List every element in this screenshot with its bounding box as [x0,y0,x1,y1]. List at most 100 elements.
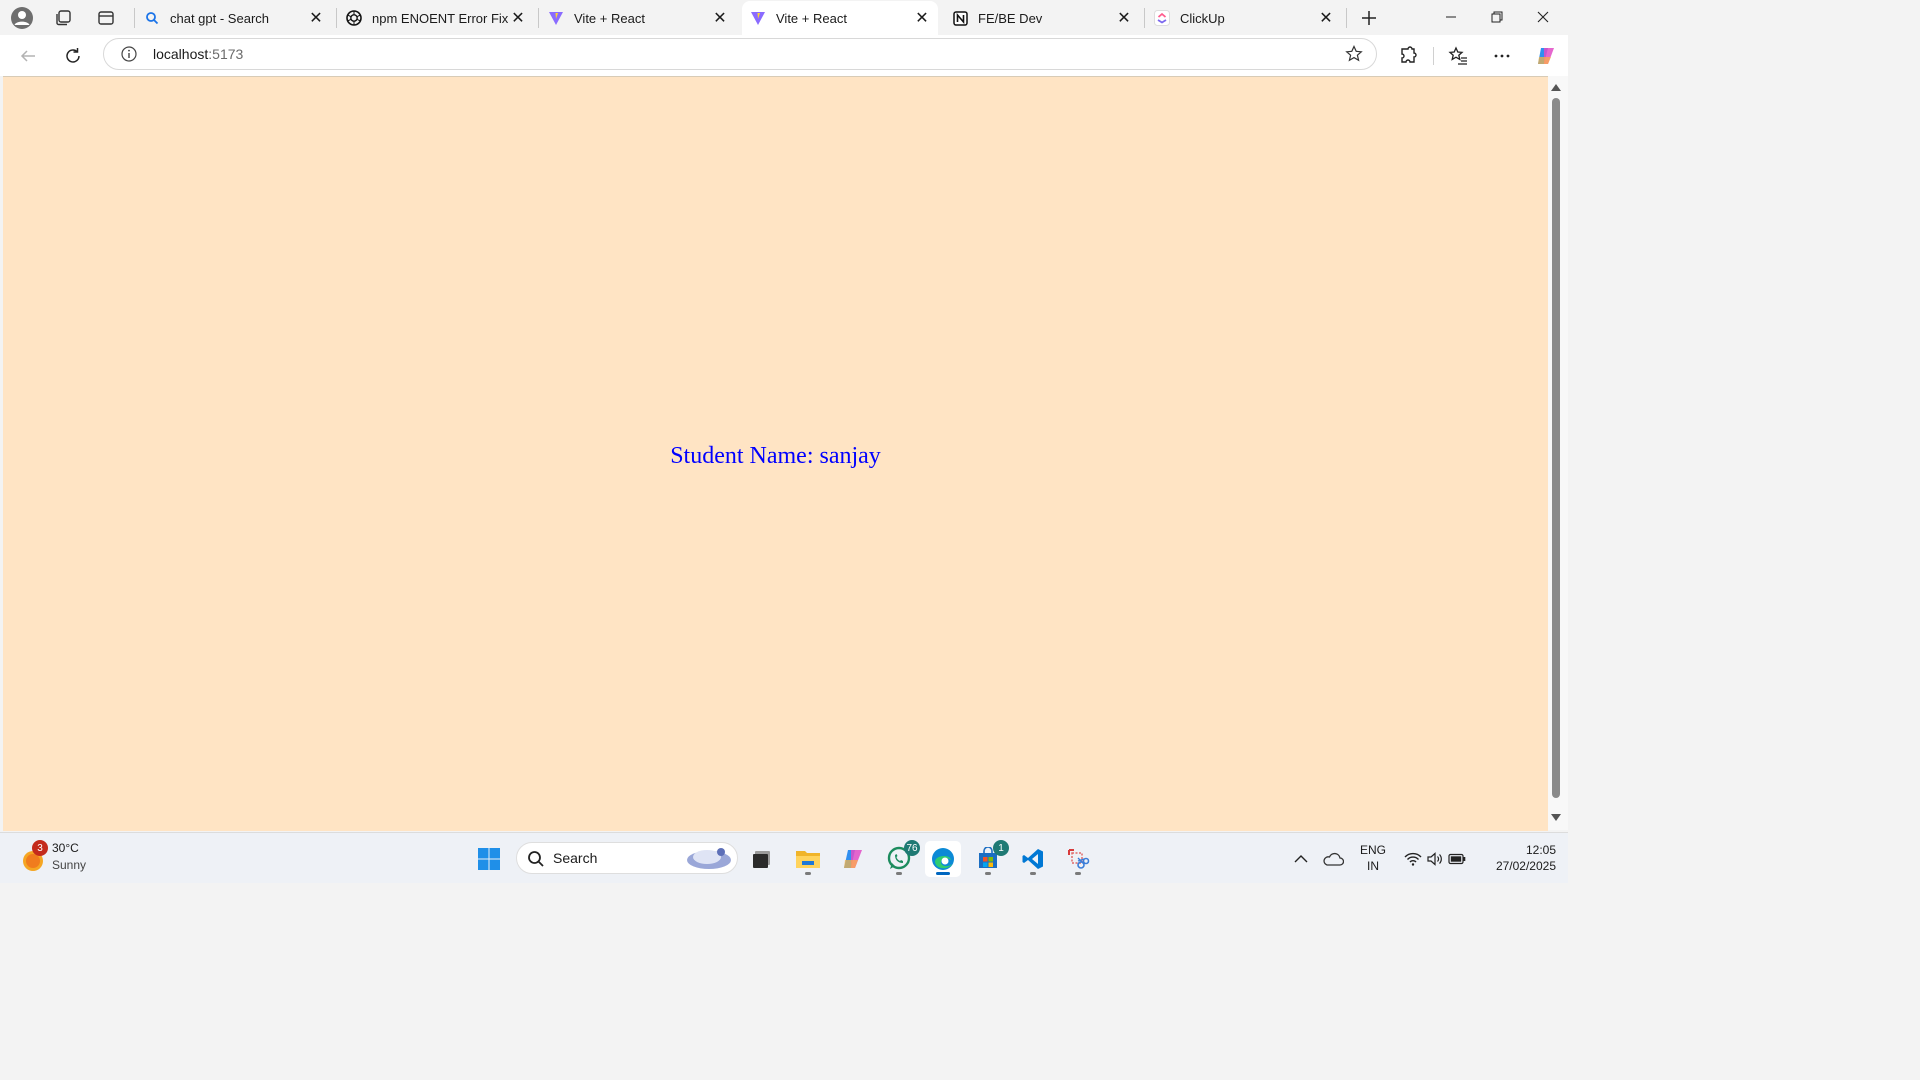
windows-start-icon [478,848,500,870]
refresh-button[interactable] [57,40,89,72]
vertical-scrollbar[interactable] [1548,76,1568,830]
microsoft-store-button[interactable]: 1 [970,840,1009,877]
workspaces-button[interactable] [50,5,76,31]
edge-icon [932,848,954,870]
snipping-tool-icon [1068,849,1090,869]
ellipsis-icon [1494,54,1510,58]
close-tab-icon[interactable]: ✕ [710,8,730,28]
tab-title: npm ENOENT Error Fix [372,10,508,26]
file-explorer-button[interactable] [790,841,826,877]
copilot-button[interactable] [1530,40,1562,72]
address-bar[interactable]: localhost:5173 [103,38,1377,70]
running-indicator [985,872,991,875]
search-icon [144,10,160,26]
info-icon[interactable] [121,46,137,67]
store-badge: 1 [993,840,1009,856]
tab-divider [336,8,337,28]
profile-icon [11,7,33,29]
folder-icon [796,851,820,868]
plus-icon [1362,11,1376,25]
running-indicator [1030,872,1036,875]
vscode-button[interactable] [1015,841,1051,877]
language-region: IN [1367,859,1379,873]
tab-divider [1346,8,1347,28]
chevron-up-icon [1294,855,1308,863]
clock[interactable]: 12:05 27/02/2025 [1478,843,1556,873]
cloud-icon [1323,852,1344,866]
search-highlight-icon [687,848,731,869]
show-hidden-icons-button[interactable] [1290,841,1312,877]
tab-divider [538,8,539,28]
tab-divider [134,8,135,28]
tab-vite-react[interactable]: Vite + React ✕ [540,3,736,33]
favorites-list-icon [1448,46,1467,65]
scroll-thumb[interactable] [1552,98,1560,798]
vertical-tabs-button[interactable] [93,5,119,31]
tab-npm-enoent-error-fix[interactable]: npm ENOENT Error Fix ✕ [338,3,534,33]
running-indicator [936,872,950,875]
close-window-button[interactable] [1520,0,1566,34]
running-indicator [896,872,902,875]
tab-title: Vite + React [574,10,645,26]
close-tab-icon[interactable]: ✕ [912,8,932,28]
openai-icon [346,10,362,26]
snipping-tool-button[interactable] [1060,841,1096,877]
minimize-button[interactable] [1428,0,1474,34]
language-code: ENG [1359,843,1386,857]
running-indicator [1075,872,1081,875]
back-button[interactable] [12,40,44,72]
weather-condition: Sunny [52,858,87,872]
close-tab-icon[interactable]: ✕ [1114,8,1134,28]
scroll-down-icon[interactable] [1551,814,1561,821]
copilot-app-button[interactable] [835,841,871,877]
tab-title: chat gpt - Search [170,10,269,26]
student-name-text: Student Name: sanjay [670,443,881,469]
battery-icon [1448,853,1466,865]
windows-taskbar: 3 30°C Sunny Search 76 1 ENG IN 12:05 27… [0,832,1568,883]
url-text: localhost:5173 [153,46,243,62]
whatsapp-badge: 76 [904,840,920,856]
new-tab-button[interactable] [1356,5,1382,31]
task-view-icon [753,851,770,868]
page-viewport: Student Name: sanjay [3,76,1548,831]
notion-icon [952,10,968,26]
close-tab-icon[interactable]: ✕ [508,8,528,28]
toolbar-divider [1433,47,1434,65]
weather-badge: 3 [32,840,48,856]
whatsapp-button[interactable]: 76 [881,840,920,877]
close-icon [1537,11,1549,23]
tab-title: FE/BE Dev [978,10,1043,26]
tab-divider [1144,8,1145,28]
puzzle-icon [1401,46,1417,63]
tab-strip: chat gpt - Search ✕ npm ENOENT Error Fix… [0,0,1568,35]
copilot-icon [844,850,862,868]
clock-time: 12:05 [1525,843,1556,857]
taskbar-search[interactable]: Search [516,842,738,874]
close-tab-icon[interactable]: ✕ [306,8,326,28]
start-button[interactable] [471,841,507,877]
favorites-button[interactable] [1442,40,1474,72]
vscode-icon [1022,849,1043,869]
restore-button[interactable] [1474,0,1520,34]
quick-settings-button[interactable] [1399,841,1471,877]
tab-clickup[interactable]: ClickUp ✕ [1146,3,1342,33]
tab-fe-be-dev[interactable]: FE/BE Dev ✕ [944,3,1140,33]
extensions-button[interactable] [1392,40,1424,72]
task-view-button[interactable] [744,841,780,877]
tab-title: ClickUp [1180,10,1225,26]
edge-button[interactable] [925,841,961,877]
more-menu-button[interactable] [1486,40,1518,72]
close-tab-icon[interactable]: ✕ [1316,8,1336,28]
search-label: Search [553,850,598,866]
arrow-left-icon [20,50,35,62]
favorite-star-icon[interactable] [1345,45,1363,68]
tab-chat-gpt-search[interactable]: chat gpt - Search ✕ [136,3,332,33]
tab-title: Vite + React [776,10,847,26]
scroll-up-icon[interactable] [1551,84,1561,91]
language-indicator[interactable]: ENG IN [1356,843,1390,873]
weather-temperature: 30°C [52,841,79,855]
profile-button[interactable] [9,5,35,31]
tab-vite-react-active[interactable]: Vite + React ✕ [742,1,938,35]
minimize-icon [1446,16,1456,18]
onedrive-button[interactable] [1319,841,1347,877]
